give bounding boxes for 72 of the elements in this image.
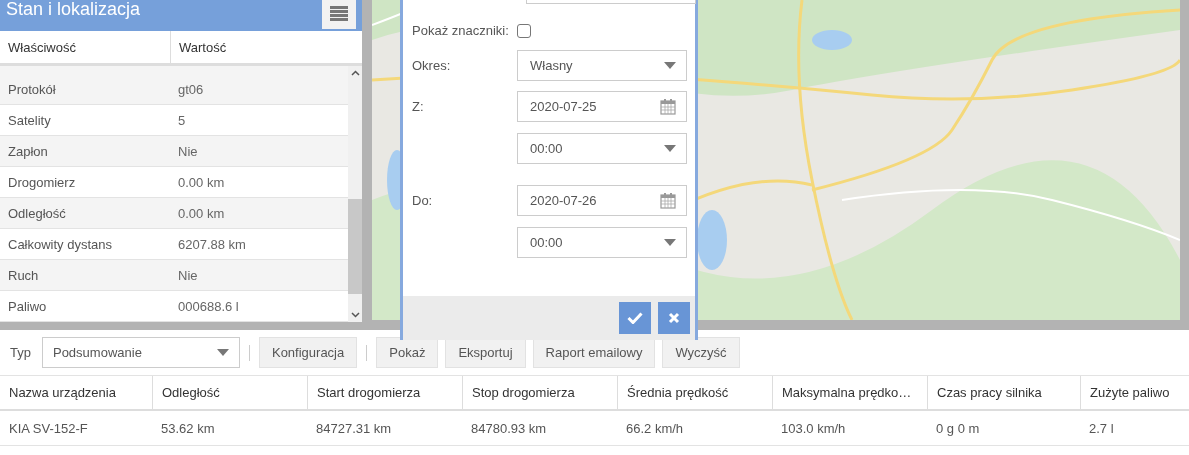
type-label: Typ: [10, 345, 31, 360]
property-value: 000688.6 l: [177, 297, 240, 316]
property-name: Satelity: [7, 111, 52, 130]
table-cell-text: 66.2 km/h: [625, 419, 685, 438]
table-cell-text: 0 g 0 m: [935, 419, 981, 438]
field-value: 00:00: [530, 141, 563, 156]
field-value: 2020-07-25: [530, 99, 597, 114]
table-cell-text: KIA SV-152-F: [8, 419, 89, 438]
period-dropdown[interactable]: Własny: [517, 50, 687, 81]
column-header[interactable]: Średnia prędkość: [617, 376, 772, 409]
column-header[interactable]: Właściwość: [0, 31, 170, 63]
column-header[interactable]: Czas pracy silnika: [927, 376, 1080, 409]
property-value: 6207.88 km: [177, 235, 247, 254]
chevron-up-icon[interactable]: [350, 70, 360, 76]
checkbox[interactable]: [517, 23, 531, 38]
date-field[interactable]: 2020-07-25: [517, 91, 687, 122]
caret-icon: [216, 349, 229, 356]
field-label: Pokaż znaczniki:: [412, 23, 510, 38]
date-field[interactable]: 2020-07-26: [517, 185, 687, 216]
time-dropdown[interactable]: 00:00: [517, 133, 687, 164]
property-name: Protokół: [7, 80, 57, 99]
column-header[interactable]: Nazwa urządzenia: [0, 376, 152, 409]
type-dropdown[interactable]: Podsumowanie: [41, 337, 240, 368]
column-header[interactable]: Start drogomierza: [307, 376, 462, 409]
property-name: Całkowity dystans: [7, 235, 114, 254]
checkmark-icon: [627, 312, 643, 324]
property-name: Paliwo: [7, 297, 48, 316]
table-cell-text: 103.0 km/h: [780, 419, 847, 438]
field-label: Z:: [412, 99, 425, 114]
column-header[interactable]: Maksymalna prędko…: [772, 376, 927, 409]
menu-button[interactable]: [322, 0, 356, 29]
property-value: 0.00 km: [177, 173, 226, 192]
table-cell-text: 2.7 l: [1088, 419, 1115, 438]
table-cell-text: 53.62 km: [160, 419, 216, 438]
field-label: Do:: [412, 193, 434, 208]
panel-title: Stan i lokalizacja: [6, 0, 141, 20]
field-label: Okres:: [412, 58, 452, 73]
table-cell-text: 84780.93 km: [470, 419, 548, 438]
calendar-icon[interactable]: [660, 192, 676, 209]
property-name: Ruch: [7, 266, 40, 285]
field-value: 2020-07-26: [530, 193, 597, 208]
dropdown-value: Podsumowanie: [52, 345, 142, 360]
field-value: 00:00: [530, 235, 563, 250]
text-field[interactable]: [526, 0, 696, 4]
time-dropdown[interactable]: 00:00: [517, 227, 687, 258]
column-header[interactable]: Odległość: [152, 376, 307, 409]
close-button[interactable]: [658, 302, 690, 334]
list-icon: [330, 6, 348, 21]
column-header[interactable]: Stop drogomierza: [462, 376, 617, 409]
property-value: 5: [177, 111, 187, 130]
property-value: gt06: [177, 80, 205, 99]
toolbar-button[interactable]: Konfiguracja: [258, 337, 358, 368]
column-header[interactable]: Wartość: [170, 31, 362, 63]
calendar-icon[interactable]: [660, 98, 676, 115]
caret-icon: [664, 62, 676, 69]
toolbar-button[interactable]: Pokaż: [376, 337, 439, 368]
scrollbar[interactable]: [348, 66, 362, 322]
table-cell-text: 84727.31 km: [315, 419, 393, 438]
chevron-down-icon[interactable]: [350, 312, 360, 318]
property-name: Zapłon: [7, 142, 49, 161]
property-name: Drogomierz: [7, 173, 77, 192]
property-value: 0.00 km: [177, 204, 226, 223]
property-value: Nie: [177, 266, 199, 285]
caret-icon: [664, 145, 676, 152]
confirm-button[interactable]: [619, 302, 651, 334]
field-value: Własny: [530, 58, 573, 73]
close-icon: [668, 312, 680, 324]
property-value: Nie: [177, 142, 199, 161]
toolbar-button[interactable]: Wyczyść: [662, 337, 740, 368]
property-name: Odległość: [7, 204, 67, 223]
column-header[interactable]: Zużyte paliwo: [1080, 376, 1189, 409]
caret-icon: [664, 239, 676, 246]
